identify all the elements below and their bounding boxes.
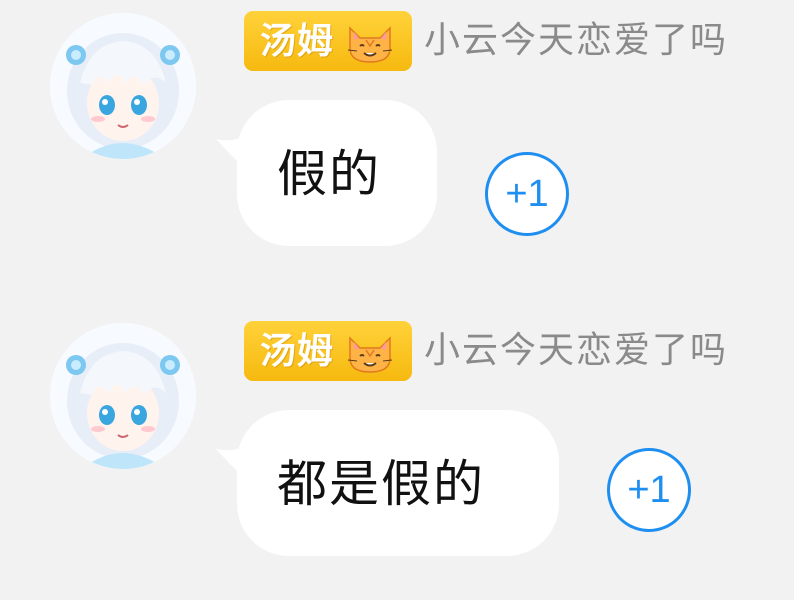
title-badge-text: 汤姆 [260, 20, 335, 62]
title-badge: 汤姆 [244, 321, 412, 381]
message-bubble[interactable]: 都是假的 [237, 410, 559, 556]
anime-avatar-image [50, 323, 196, 469]
avatar[interactable] [50, 13, 196, 159]
title-badge: 汤姆 [244, 11, 412, 71]
plus-one-button[interactable]: +1 [485, 152, 569, 236]
plus-one-button[interactable]: +1 [607, 448, 691, 532]
message-bubble[interactable]: 假的 [237, 100, 437, 246]
avatar[interactable] [50, 323, 196, 469]
chat-message: 汤姆 小云今天恋爱了吗 都是假的 +1 [0, 310, 794, 600]
chat-message: 汤姆 小云今天恋爱了吗 假的 +1 [0, 0, 794, 290]
title-badge-text: 汤姆 [260, 330, 335, 372]
message-text: 都是假的 [277, 455, 485, 513]
sender-nickname: 小云今天恋爱了吗 [424, 330, 729, 371]
anime-avatar-image [50, 13, 196, 159]
sender-nickname: 小云今天恋爱了吗 [424, 20, 729, 61]
message-text: 假的 [277, 145, 381, 203]
cat-face-icon [347, 336, 393, 373]
cat-face-icon [347, 26, 393, 63]
